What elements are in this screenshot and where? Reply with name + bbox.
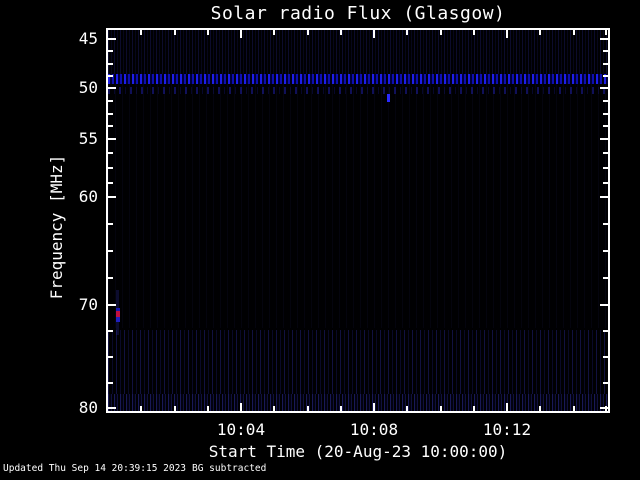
y-major-tick-left [108,38,116,40]
y-minor-tick-right [603,330,608,332]
y-major-tick-left [108,407,116,409]
chart-title: Solar radio Flux (Glasgow) [106,3,610,24]
spectrogram-page: Solar radio Flux (Glasgow) Frequency [MH… [0,0,640,480]
y-minor-tick-right [603,250,608,252]
y-tick-label: 80 [50,399,98,417]
spectrogram-band [108,87,608,94]
x-minor-tick-bottom [340,406,342,411]
x-minor-tick-top [406,30,408,35]
x-tick-label: 10:12 [467,420,547,439]
y-tick-label: 45 [50,30,98,48]
y-minor-tick-left [108,223,113,225]
y-minor-tick-right [603,125,608,127]
y-minor-tick-left [108,100,113,102]
y-major-tick-right [600,304,608,306]
y-minor-tick-left [108,277,113,279]
y-minor-tick-left [108,125,113,127]
y-minor-tick-left [108,63,113,65]
y-minor-tick-left [108,382,113,384]
x-major-tick-bottom [373,403,375,411]
x-minor-tick-top [573,30,575,35]
y-major-tick-right [600,138,608,140]
y-minor-tick-left [108,330,113,332]
y-minor-tick-right [603,152,608,154]
x-minor-tick-bottom [539,406,541,411]
y-major-tick-right [600,87,608,89]
y-minor-tick-right [603,75,608,77]
x-minor-tick-top [174,30,176,35]
x-minor-tick-top [539,30,541,35]
x-minor-tick-bottom [307,406,309,411]
x-minor-tick-top [605,30,607,35]
x-tick-label: 10:08 [334,420,414,439]
x-minor-tick-top [207,30,209,35]
x-minor-tick-top [340,30,342,35]
x-major-tick-top [373,30,375,38]
y-minor-tick-left [108,113,113,115]
updated-timestamp: Updated Thu Sep 14 20:39:15 2023 [3,463,186,474]
y-minor-tick-right [603,113,608,115]
y-major-tick-right [600,38,608,40]
y-minor-tick-right [603,182,608,184]
y-tick-label: 60 [50,188,98,206]
x-major-tick-top [240,30,242,38]
x-minor-tick-top [473,30,475,35]
y-major-tick-left [108,304,116,306]
spectrogram-point-event [387,94,390,102]
y-minor-tick-right [603,100,608,102]
y-major-tick-left [108,87,116,89]
x-minor-tick-top [140,30,142,35]
y-minor-tick-left [108,50,113,52]
spectrogram-noise [108,30,608,74]
x-minor-tick-bottom [605,406,607,411]
spectrogram-noise [108,394,608,411]
x-minor-tick-bottom [573,406,575,411]
spectrogram-noise [108,80,608,328]
x-minor-tick-top [273,30,275,35]
y-major-tick-left [108,138,116,140]
y-minor-tick-left [108,250,113,252]
x-minor-tick-bottom [473,406,475,411]
y-tick-label: 55 [50,130,98,148]
y-minor-tick-left [108,167,113,169]
x-minor-tick-bottom [207,406,209,411]
y-minor-tick-left [108,356,113,358]
x-axis-title: Start Time (20-Aug-23 10:00:00) [66,442,640,461]
x-major-tick-bottom [240,403,242,411]
x-minor-tick-bottom [174,406,176,411]
y-tick-label: 50 [50,79,98,97]
y-minor-tick-left [108,152,113,154]
plot-area [106,28,610,413]
x-tick-label: 10:04 [201,420,281,439]
x-minor-tick-bottom [440,406,442,411]
y-minor-tick-right [603,223,608,225]
y-minor-tick-right [603,382,608,384]
y-minor-tick-right [603,63,608,65]
y-minor-tick-left [108,75,113,77]
x-minor-tick-bottom [273,406,275,411]
y-minor-tick-right [603,356,608,358]
x-minor-tick-top [307,30,309,35]
y-axis-title: Frequency [MHz] [47,146,67,308]
x-minor-tick-bottom [406,406,408,411]
y-tick-label: 70 [50,296,98,314]
y-major-tick-right [600,196,608,198]
x-major-tick-bottom [506,403,508,411]
y-minor-tick-right [603,167,608,169]
bg-subtracted-note: BG subtracted [192,463,266,474]
spectrogram-noise [108,330,608,394]
spectrogram-band [108,74,608,84]
x-minor-tick-top [440,30,442,35]
x-minor-tick-bottom [140,406,142,411]
y-major-tick-left [108,196,116,198]
y-minor-tick-right [603,277,608,279]
spectrogram-burst-pixel [116,308,120,322]
y-minor-tick-left [108,182,113,184]
y-minor-tick-right [603,50,608,52]
x-major-tick-top [506,30,508,38]
